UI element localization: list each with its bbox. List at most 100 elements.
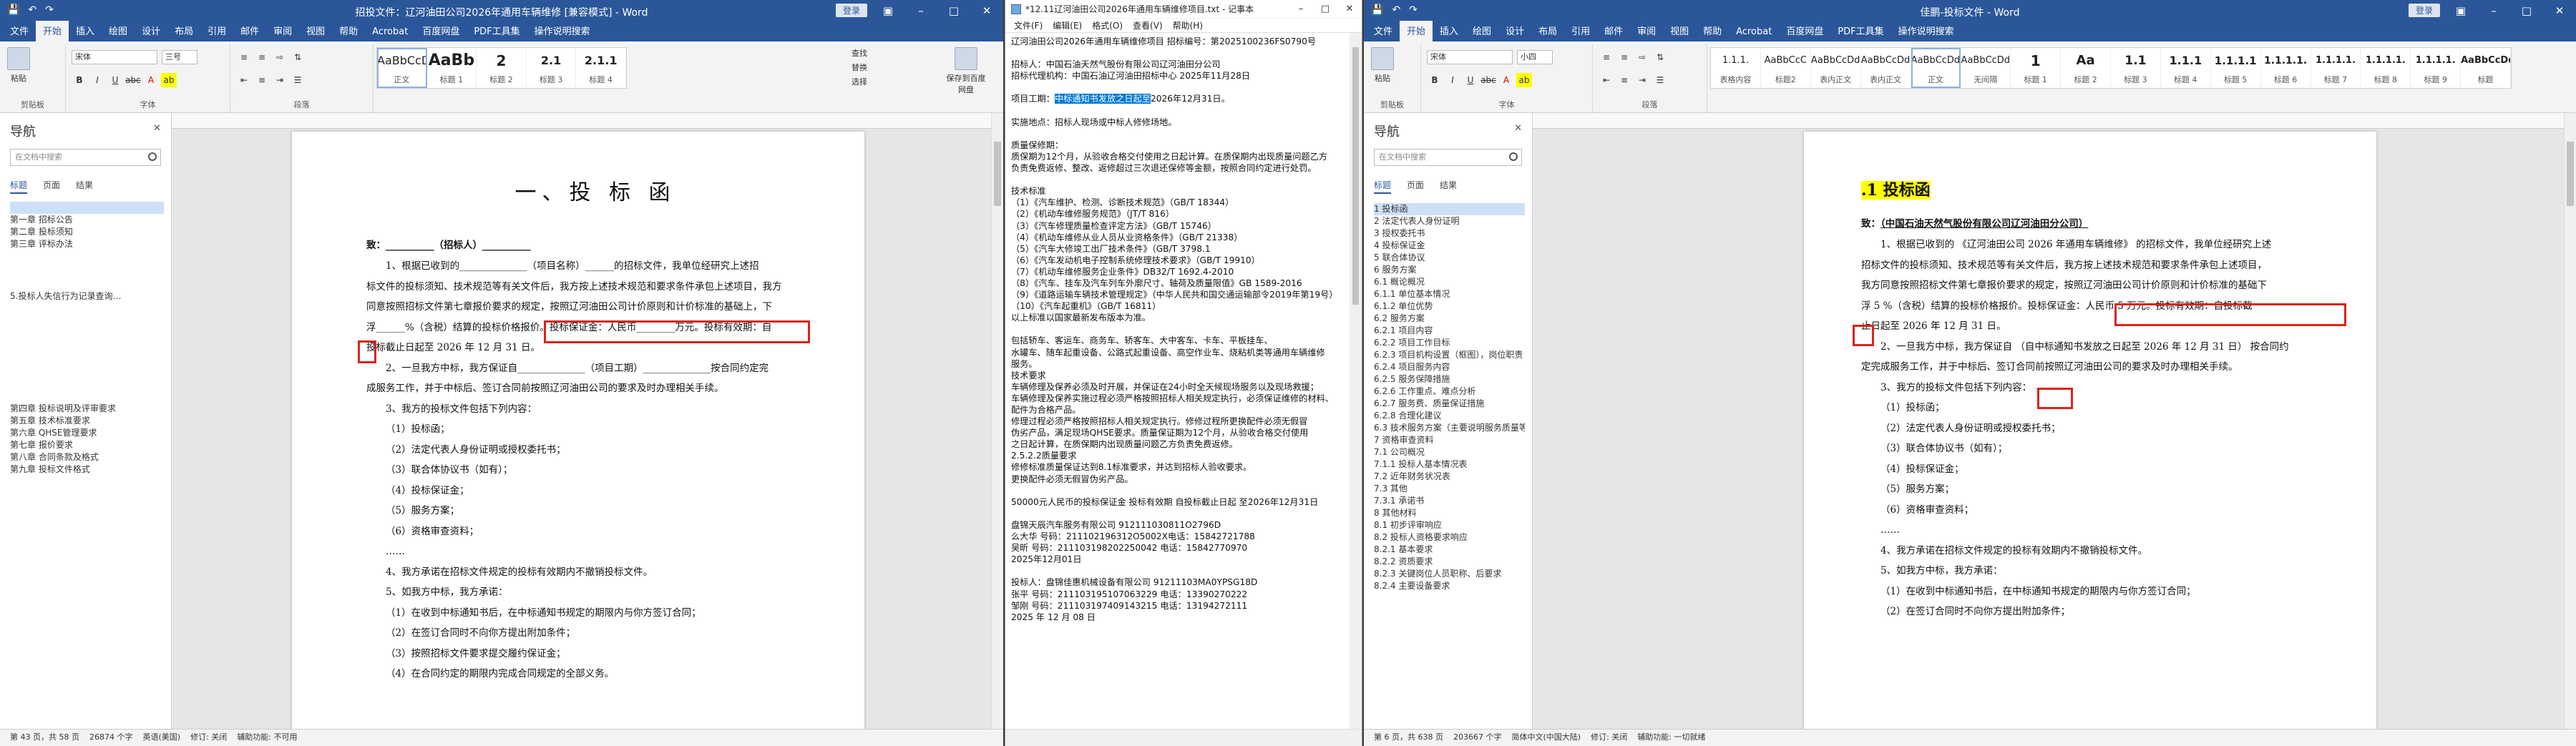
- nav-tab-results[interactable]: 结果: [76, 179, 93, 194]
- style-item[interactable]: 1.1.1.1. 标题 7: [2311, 48, 2361, 88]
- tab-mailings[interactable]: 邮件: [1597, 21, 1630, 41]
- justify-icon[interactable]: ☰: [1652, 73, 1668, 87]
- style-item[interactable]: 1.1.1.1. 标题 6: [2261, 48, 2311, 88]
- paste-button[interactable]: 粘贴: [1368, 47, 1397, 89]
- nav-item[interactable]: 8.2.2 资质要求: [1374, 556, 1525, 568]
- nav-item[interactable]: 7.3.1 承诺书: [1374, 495, 1525, 507]
- nav-item[interactable]: 6.2.7 服务费、质量保证措施: [1374, 398, 1525, 410]
- save-to-baidu-button[interactable]: 保存到百度网盘: [945, 47, 987, 94]
- style-item[interactable]: AaBbCcDd正文: [377, 48, 427, 88]
- nav-item[interactable]: 第五章 技术标准要求: [10, 415, 164, 427]
- nav-item[interactable]: [10, 202, 164, 214]
- nav-item[interactable]: 6.2.3 项目机构设置（框图），岗位职责: [1374, 349, 1525, 361]
- underline-button[interactable]: U: [1463, 73, 1478, 87]
- tab-home[interactable]: 开始: [1400, 21, 1433, 41]
- tellme-box[interactable]: 操作说明搜索: [527, 21, 597, 41]
- nav-item[interactable]: 6.2.8 合理化建议: [1374, 410, 1525, 422]
- tab-review[interactable]: 审阅: [266, 21, 299, 41]
- style-item[interactable]: 1.1.1 标题 4: [2161, 48, 2211, 88]
- style-item[interactable]: 1.1.1.1. 标题 9: [2411, 48, 2462, 88]
- nav-item[interactable]: 8.2 投标人资格要求响应: [1374, 531, 1525, 544]
- minimize-button[interactable]: –: [1289, 0, 1313, 19]
- paste-button[interactable]: 粘贴: [4, 47, 33, 89]
- replace-button[interactable]: 替换: [852, 62, 867, 73]
- style-item[interactable]: AaBbCcDd正文: [1911, 48, 1961, 88]
- nav-item[interactable]: 6.1 概论概况: [1374, 276, 1525, 288]
- tab-layout[interactable]: 布局: [167, 21, 200, 41]
- nav-item[interactable]: 6.1.2 单位优势: [1374, 300, 1525, 313]
- nav-item[interactable]: 7.3 其他: [1374, 483, 1525, 495]
- nav-item[interactable]: 第二章 投标须知: [10, 226, 164, 238]
- nav-item[interactable]: 第七章 报价要求: [10, 439, 164, 451]
- nav-item[interactable]: 第六章 QHSE管理要求: [10, 427, 164, 439]
- close-button[interactable]: ✕: [2543, 0, 2576, 21]
- tab-view[interactable]: 视图: [1663, 21, 1696, 41]
- nav-tab-headings[interactable]: 标题: [1374, 179, 1392, 194]
- nav-tab-headings[interactable]: 标题: [10, 179, 28, 194]
- tab-pdf[interactable]: PDF工具集: [1830, 21, 1890, 41]
- style-item[interactable]: 1.1.1. 表格内容: [1711, 48, 1761, 88]
- tab-design[interactable]: 设计: [135, 21, 167, 41]
- bullets-icon[interactable]: ≡: [1599, 50, 1614, 64]
- nav-item[interactable]: 7.1.1 投标人基本情况表: [1374, 458, 1525, 471]
- select-button[interactable]: 选择: [852, 76, 867, 87]
- tab-insert[interactable]: 插入: [69, 21, 102, 41]
- font-name-combo[interactable]: 宋体: [72, 50, 157, 64]
- nav-item[interactable]: 6.2 服务方案: [1374, 313, 1525, 325]
- close-button[interactable]: ✕: [970, 0, 1003, 21]
- font-color-icon[interactable]: A: [1498, 73, 1514, 87]
- search-icon[interactable]: [1509, 152, 1518, 161]
- nav-item[interactable]: [10, 476, 164, 488]
- align-left-icon[interactable]: ⇤: [236, 73, 252, 87]
- nav-item[interactable]: 第九章 投标文件格式: [10, 463, 164, 476]
- tab-acrobat[interactable]: Acrobat: [365, 24, 415, 41]
- nav-item[interactable]: 8.1 初步评审响应: [1374, 519, 1525, 531]
- ribbon-display-icon[interactable]: ▣: [2444, 0, 2477, 21]
- style-item[interactable]: 2.1 标题 3: [527, 48, 577, 88]
- tab-view[interactable]: 视图: [299, 21, 332, 41]
- nav-tab-pages[interactable]: 页面: [43, 179, 60, 194]
- nav-item[interactable]: 6.2.2 项目工作目标: [1374, 337, 1525, 349]
- tab-review[interactable]: 审阅: [1630, 21, 1663, 41]
- minimize-button[interactable]: –: [904, 0, 937, 21]
- strikethrough-button[interactable]: abc: [1480, 73, 1496, 87]
- tab-design[interactable]: 设计: [1498, 21, 1531, 41]
- minimize-button[interactable]: –: [2477, 0, 2510, 21]
- maximize-button[interactable]: □: [937, 0, 970, 21]
- tab-help[interactable]: 帮助: [332, 21, 365, 41]
- numbering-icon[interactable]: ≡: [1616, 50, 1632, 64]
- style-item[interactable]: AaBb 标题 1: [427, 48, 477, 88]
- align-right-icon[interactable]: ⇥: [1634, 73, 1650, 87]
- sort-icon[interactable]: ⇅: [290, 50, 306, 64]
- maximize-button[interactable]: □: [2510, 0, 2543, 21]
- nav-item[interactable]: 8.2.3 关键岗位人员职称、后要求: [1374, 568, 1525, 580]
- nav-item[interactable]: 7.2 近年财务状况表: [1374, 471, 1525, 483]
- search-icon[interactable]: [148, 152, 157, 161]
- tab-mailings[interactable]: 邮件: [233, 21, 266, 41]
- nav-item[interactable]: 第八章 合同条款及格式: [10, 451, 164, 463]
- align-left-icon[interactable]: ⇤: [1599, 73, 1614, 87]
- style-item[interactable]: Aa 标题 2: [2061, 48, 2111, 88]
- bold-button[interactable]: B: [72, 73, 87, 87]
- nav-item[interactable]: 6.1.1 单位基本情况: [1374, 288, 1525, 300]
- close-icon[interactable]: ✕: [1514, 123, 1522, 134]
- nav-item[interactable]: 6 服务方案: [1374, 264, 1525, 276]
- nav-item[interactable]: 6.2.6 工作重点、难点分析: [1374, 386, 1525, 398]
- nav-item[interactable]: 6.2.4 项目服务内容: [1374, 361, 1525, 373]
- nav-item[interactable]: 6.3 技术服务方案（主要说明服务质量等）: [1374, 422, 1525, 434]
- close-icon[interactable]: ✕: [153, 123, 161, 134]
- nav-tab-results[interactable]: 结果: [1440, 179, 1457, 194]
- nav-item[interactable]: 6.2.5 服务保障措施: [1374, 373, 1525, 386]
- nav-item[interactable]: 第一章 招标公告: [10, 214, 164, 226]
- style-item[interactable]: AaBbCcDd 无间隔: [1961, 48, 2011, 88]
- style-item[interactable]: 1 标题 1: [2011, 48, 2062, 88]
- tab-references[interactable]: 引用: [1564, 21, 1597, 41]
- justify-icon[interactable]: ☰: [290, 73, 306, 87]
- signin-button[interactable]: 登录: [2408, 4, 2440, 17]
- nav-item[interactable]: 7 资格审查资料: [1374, 434, 1525, 446]
- find-button[interactable]: 查找: [852, 47, 867, 59]
- tab-file[interactable]: 文件: [3, 21, 36, 41]
- style-item[interactable]: 1.1 标题 3: [2111, 48, 2161, 88]
- nav-item[interactable]: 3 授权委托书: [1374, 227, 1525, 240]
- tab-home[interactable]: 开始: [36, 21, 69, 41]
